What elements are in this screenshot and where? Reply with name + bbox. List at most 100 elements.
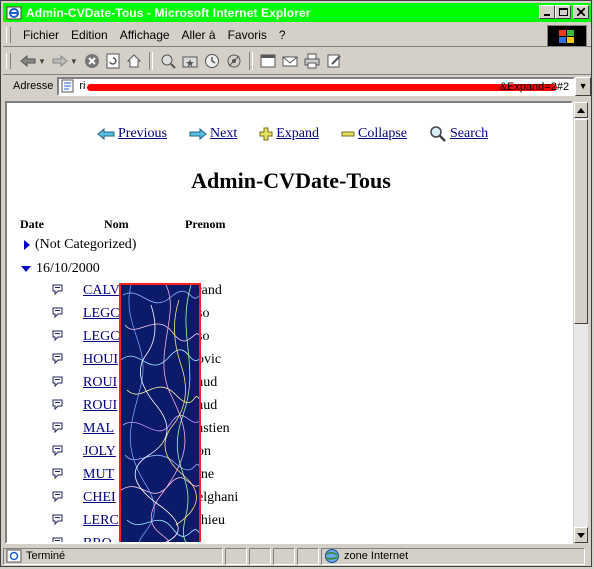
menu-help[interactable]: ?	[273, 28, 292, 42]
nom-link[interactable]: HOUI	[83, 352, 118, 368]
nom-link[interactable]: LEGC	[83, 306, 120, 322]
document-icon	[52, 422, 63, 434]
minimize-button[interactable]	[539, 5, 555, 19]
favorites-toolbar-button[interactable]	[179, 51, 201, 71]
document-icon	[52, 376, 63, 388]
address-dropdown-button[interactable]: ▼	[575, 76, 591, 96]
status-panel-blank	[225, 547, 247, 565]
minus-icon	[341, 131, 355, 137]
nom-link[interactable]: CHEI	[83, 490, 116, 506]
previous-arrow-icon	[97, 128, 115, 140]
expand-link-text[interactable]: Expand	[276, 126, 319, 142]
document-icon	[52, 468, 63, 480]
nom-link[interactable]: CALV	[83, 283, 120, 299]
search-link-text[interactable]: Search	[450, 126, 488, 142]
menu-favoris[interactable]: Favoris	[222, 28, 273, 42]
address-label: Adresse	[13, 80, 54, 92]
expanded-triangle-icon[interactable]	[20, 265, 32, 273]
vertical-scrollbar[interactable]	[573, 101, 589, 544]
channels-toolbar-button[interactable]	[223, 51, 245, 71]
menu-aller-a[interactable]: Aller à	[176, 28, 222, 42]
back-dropdown-icon: ▼	[38, 56, 46, 66]
refresh-button[interactable]	[103, 51, 123, 71]
address-bar: Adresse ri &Expand=2#2 ▼	[3, 75, 591, 97]
category-16-10-2000[interactable]: 16/10/2000	[20, 261, 100, 277]
zone-text: zone Internet	[344, 550, 409, 562]
document-icon	[52, 353, 63, 365]
home-button[interactable]	[123, 51, 145, 71]
page-title: Admin-CVDate-Tous	[191, 168, 391, 193]
favorites-folder-icon	[182, 56, 198, 68]
menu-affichage[interactable]: Affichage	[114, 28, 176, 42]
page-content: Previous Next Expand Collapse Search Adm…	[5, 101, 573, 544]
channels-satellite-icon	[227, 54, 241, 68]
nom-link[interactable]: ROUI	[83, 398, 117, 414]
nom-link[interactable]: MAL	[83, 421, 114, 437]
expand-link[interactable]: Expand	[259, 126, 319, 142]
collapsed-triangle-icon[interactable]	[23, 239, 31, 251]
nom-link[interactable]: BRO	[83, 536, 112, 542]
print-toolbar-button[interactable]	[301, 51, 323, 71]
close-button[interactable]	[573, 5, 589, 19]
search-link[interactable]: Search	[429, 125, 488, 143]
category-label: (Not Categorized)	[35, 237, 137, 252]
collapse-link[interactable]: Collapse	[341, 126, 407, 142]
mail-toolbar-button[interactable]	[279, 51, 301, 71]
table-row: CHEI elghani	[7, 490, 567, 512]
minimize-icon	[544, 14, 550, 16]
history-toolbar-button[interactable]	[201, 51, 223, 71]
edit-page-icon	[327, 54, 341, 68]
document-icon	[52, 445, 63, 457]
column-header-nom: Nom	[104, 217, 129, 231]
menu-grip	[6, 27, 11, 43]
triangle-down-icon	[577, 532, 585, 538]
refresh-icon	[106, 53, 120, 69]
edit-toolbar-button[interactable]	[323, 51, 345, 71]
table-row: JOLY on	[7, 444, 567, 466]
back-button[interactable]: ▼	[17, 51, 49, 71]
collapse-link-text[interactable]: Collapse	[358, 126, 407, 142]
nom-link[interactable]: ROUI	[83, 375, 117, 391]
plus-icon	[259, 127, 273, 141]
next-link[interactable]: Next	[189, 126, 237, 142]
status-panel-blank	[273, 547, 295, 565]
table-row: HOUI ovic	[7, 352, 567, 374]
nom-link[interactable]: JOLY	[83, 444, 116, 460]
document-icon	[52, 399, 63, 411]
nom-link[interactable]: LERC	[83, 513, 119, 529]
menu-fichier[interactable]: Fichier	[17, 28, 65, 42]
address-input[interactable]: ri &Expand=2#2	[57, 76, 576, 96]
scroll-thumb[interactable]	[574, 119, 588, 324]
mail-envelope-icon	[282, 56, 298, 67]
magnifier-icon	[430, 126, 446, 142]
category-not-categorized[interactable]: (Not Categorized)	[23, 237, 136, 253]
forward-button[interactable]: ▼	[49, 51, 81, 71]
table-row: LEGC so	[7, 329, 567, 351]
scroll-down-button[interactable]	[574, 527, 588, 543]
fullscreen-toolbar-button[interactable]	[257, 51, 279, 71]
stop-button[interactable]	[81, 51, 103, 71]
menu-edition[interactable]: Edition	[65, 28, 114, 42]
previous-link[interactable]: Previous	[97, 126, 167, 142]
nom-link[interactable]: LEGC	[83, 329, 120, 345]
prenom-text: astien	[197, 421, 230, 436]
standard-toolbar: ▼ ▼	[3, 48, 591, 75]
table-row: LEGC so	[7, 306, 567, 328]
search-toolbar-button[interactable]	[157, 51, 179, 71]
column-header-prenom: Prenom	[185, 217, 226, 231]
title-bar: Admin-CVDate-Tous - Microsoft Internet E…	[3, 3, 591, 22]
browser-window: Admin-CVDate-Tous - Microsoft Internet E…	[0, 0, 592, 567]
previous-link-text[interactable]: Previous	[118, 126, 167, 142]
document-icon	[52, 491, 63, 503]
nom-link[interactable]: MUT	[83, 467, 114, 483]
category-label: 16/10/2000	[36, 261, 100, 276]
status-panel-blank	[297, 547, 319, 565]
next-arrow-icon	[189, 128, 207, 140]
maximize-button[interactable]	[555, 5, 571, 19]
page-icon	[61, 79, 74, 93]
status-zone-panel: zone Internet	[321, 547, 585, 565]
maximize-icon	[558, 8, 568, 16]
scroll-up-button[interactable]	[574, 102, 588, 118]
document-icon	[52, 514, 63, 526]
next-link-text[interactable]: Next	[210, 126, 237, 142]
